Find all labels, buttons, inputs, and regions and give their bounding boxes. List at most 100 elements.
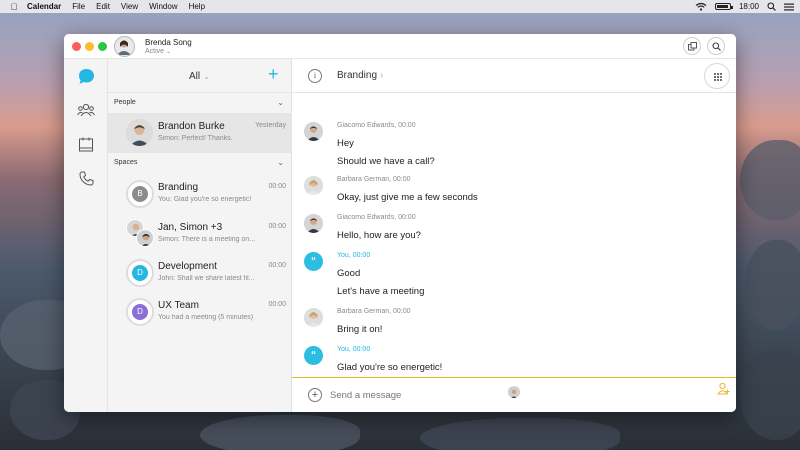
list-item-title: UX Team — [158, 300, 199, 311]
section-people[interactable]: People ⌄ — [108, 93, 292, 113]
message-text: Glad you're so energetic! — [337, 362, 443, 373]
teams-nav-button[interactable] — [77, 101, 95, 119]
nav-rail — [64, 59, 108, 412]
search-icon — [711, 41, 721, 51]
list-item-time: 00:00 — [268, 183, 286, 190]
menu-view[interactable]: View — [121, 2, 138, 11]
person-photo-icon — [304, 122, 323, 141]
avatar — [136, 229, 154, 247]
conversation-title[interactable]: Branding › — [337, 70, 383, 81]
list-item[interactable]: D Development John: Shall we share lates… — [108, 253, 292, 293]
close-window-button[interactable] — [72, 42, 81, 51]
list-item-time: Yesterday — [255, 122, 286, 129]
conversation-title-label: Branding — [337, 70, 378, 81]
filter-dropdown[interactable]: All ⌄ — [189, 71, 210, 82]
person-photo-icon — [304, 176, 323, 195]
chevron-down-icon: ⌄ — [277, 158, 284, 167]
popout-icon — [687, 41, 697, 50]
you-avatar: “ — [304, 346, 323, 365]
chevron-down-icon: ⌄ — [166, 49, 172, 55]
list-item-title: Development — [158, 261, 217, 272]
menu-edit[interactable]: Edit — [96, 2, 110, 11]
filter-label: All — [189, 71, 201, 82]
battery-icon[interactable] — [714, 3, 733, 10]
user-status[interactable]: Active ⌄ — [145, 48, 171, 55]
chevron-down-icon: ⌄ — [277, 98, 284, 107]
menu-list-icon[interactable] — [784, 3, 794, 11]
people-group-icon — [77, 103, 95, 117]
menu-file[interactable]: File — [72, 2, 85, 11]
add-space-button[interactable]: + — [268, 65, 279, 83]
list-item-time: 00:00 — [268, 301, 286, 308]
calendar-icon — [79, 137, 93, 151]
avatar — [304, 214, 323, 233]
list-item-subtitle: Simon: There is a meeting on... — [158, 236, 256, 243]
list-item-title: Brandon Burke — [158, 121, 225, 132]
user-avatar[interactable] — [114, 36, 135, 57]
menu-bar:  Calendar File Edit View Window Help 18… — [0, 0, 800, 13]
list-item-time: 00:00 — [268, 223, 286, 230]
chat-bubble-icon — [78, 68, 94, 84]
list-item-subtitle: You: Glad you're so energetic! — [158, 196, 252, 203]
list-item[interactable]: B Branding You: Glad you're so energetic… — [108, 174, 292, 214]
message-text: Good — [337, 268, 361, 279]
message-text: Bring it on! — [337, 324, 383, 335]
add-attachment-button[interactable]: + — [308, 388, 322, 402]
list-item-title: Branding — [158, 182, 199, 193]
message-meta: You, 00:00 — [337, 252, 371, 259]
list-header: All ⌄ + — [108, 59, 292, 93]
person-photo-icon — [126, 119, 153, 146]
list-item-subtitle: John: Shall we share latest fil... — [158, 275, 255, 282]
conversation-header: i Branding › — [292, 59, 736, 93]
person-photo-icon — [137, 230, 153, 246]
message-meta: Giacomo Edwards, 00:00 — [337, 214, 416, 221]
space-avatar: D — [126, 259, 154, 287]
avatar — [304, 122, 323, 141]
conversation-list: All ⌄ + People ⌄ Brandon Burke Simon: Per… — [108, 59, 292, 412]
menu-window[interactable]: Window — [149, 2, 177, 11]
space-letter: B — [132, 186, 148, 202]
phone-icon — [78, 171, 93, 186]
avatar — [304, 176, 323, 195]
list-item-time: 00:00 — [268, 262, 286, 269]
space-avatar: D — [126, 298, 154, 326]
calendar-nav-button[interactable] — [77, 135, 95, 153]
minimize-window-button[interactable] — [85, 42, 94, 51]
message-input[interactable] — [330, 386, 700, 404]
info-icon[interactable]: i — [308, 69, 322, 83]
you-avatar: “ — [304, 252, 323, 271]
apps-grid-button[interactable] — [704, 63, 730, 89]
wifi-icon[interactable] — [695, 2, 707, 11]
calls-nav-button[interactable] — [77, 169, 95, 187]
add-person-icon[interactable] — [717, 382, 730, 395]
apple-icon[interactable]:  — [9, 2, 19, 12]
person-photo-icon — [304, 308, 323, 327]
zoom-window-button[interactable] — [98, 42, 107, 51]
chevron-right-icon: › — [380, 70, 384, 81]
message-text: Hey — [337, 138, 354, 149]
space-avatar: B — [126, 180, 154, 208]
user-status-label: Active — [145, 48, 165, 55]
section-spaces[interactable]: Spaces ⌄ — [108, 153, 292, 173]
menu-help[interactable]: Help — [189, 2, 205, 11]
popout-button[interactable] — [683, 37, 701, 55]
message-text: Let's have a meeting — [337, 286, 425, 297]
search-button[interactable] — [707, 37, 725, 55]
avatar — [126, 119, 153, 146]
menubar-clock[interactable]: 18:00 — [739, 2, 759, 11]
list-item-title: Jan, Simon +3 — [158, 222, 223, 233]
message-meta: Barbara German, 00:00 — [337, 176, 411, 183]
user-name: Brenda Song — [145, 38, 192, 47]
list-item[interactable]: Jan, Simon +3 Simon: There is a meeting … — [108, 214, 292, 254]
search-icon[interactable] — [767, 2, 776, 11]
messages-nav-button[interactable] — [77, 67, 95, 85]
list-item[interactable]: Brandon Burke Simon: Perfect! Thanks. Ye… — [108, 113, 292, 153]
menu-app[interactable]: Calendar — [27, 2, 61, 11]
composer: + — [292, 378, 736, 412]
person-photo-icon — [304, 214, 323, 233]
section-spaces-label: Spaces — [114, 159, 138, 166]
space-letter: D — [132, 304, 148, 320]
list-item[interactable]: D UX Team You had a meeting (5 minutes) … — [108, 292, 292, 332]
message-meta: Barbara German, 00:00 — [337, 308, 411, 315]
space-letter: D — [132, 265, 148, 281]
